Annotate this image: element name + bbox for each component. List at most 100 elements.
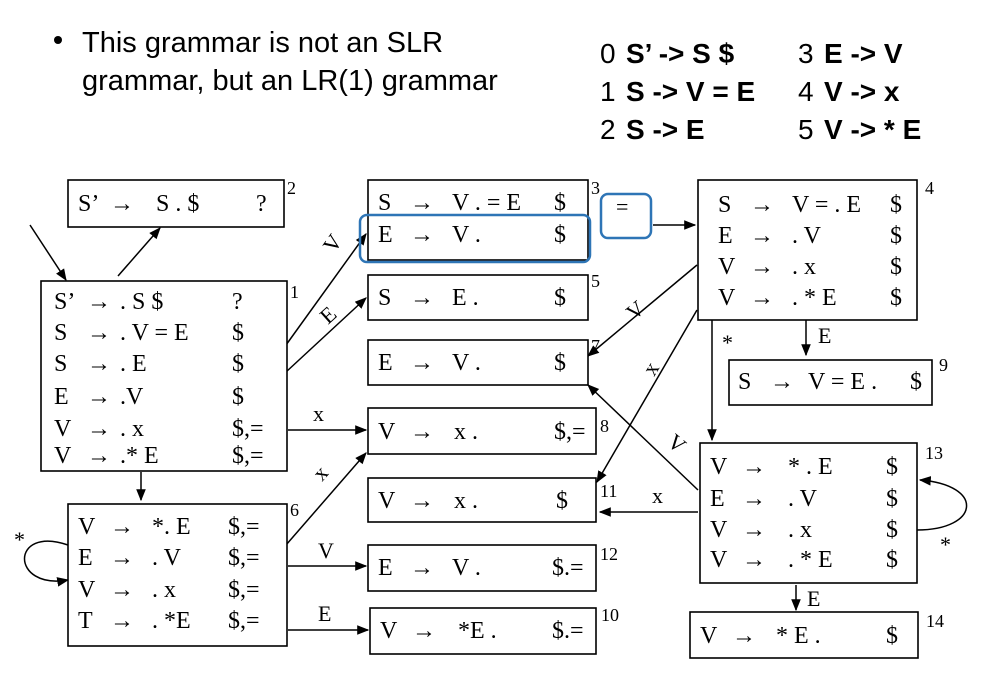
item-arrow: → — [110, 514, 134, 540]
rule-5-text: V -> * E — [824, 114, 921, 145]
edge-s13-loop — [916, 476, 968, 531]
item-rhs: V . — [452, 222, 481, 248]
grammar-rules: 0 S’ -> S $ 3 E -> V 1 S -> V = E 4 V ->… — [600, 38, 921, 145]
item-lookahead: $,= — [228, 608, 260, 634]
item-lhs: S — [378, 285, 391, 311]
state-10: 10 V → *E . $.= — [369, 605, 619, 655]
label-s13-s11: x — [652, 483, 663, 508]
item-rhs: .* E — [120, 443, 159, 469]
state-9-number: 9 — [939, 355, 948, 375]
item-lookahead: $ — [232, 351, 244, 377]
item-arrow: → — [87, 351, 111, 377]
item-rhs: . x — [792, 254, 816, 280]
item-lookahead: $ — [554, 285, 566, 311]
label-s13-loop: * — [940, 532, 951, 557]
item-arrow: → — [742, 454, 766, 480]
state-12-number: 12 — [600, 544, 618, 564]
item-lhs: S — [738, 369, 751, 395]
state-6-number: 6 — [290, 500, 299, 520]
label-s3-s4: = — [616, 194, 628, 219]
state-6: 6 V → *. E $,= E → . V $,= V → . x $,= T… — [67, 500, 299, 647]
edge-s6-s8 — [285, 452, 367, 546]
item-rhs: . V — [152, 545, 182, 571]
edge-s1-s2 — [117, 227, 161, 277]
item-arrow: → — [750, 254, 774, 280]
state-5: 5 S → E . $ — [367, 271, 600, 321]
item-rhs: V . — [452, 350, 481, 376]
item-arrow: → — [770, 369, 794, 395]
item-rhs: S . $ — [156, 191, 199, 217]
item-arrow: → — [410, 222, 434, 248]
state-1-number: 1 — [290, 282, 299, 302]
state-7-number: 7 — [591, 336, 600, 356]
item-rhs: . * E — [792, 285, 837, 311]
item-rhs: . V = E — [120, 320, 189, 346]
item-lhs: V — [78, 577, 96, 603]
item-lookahead: $ — [554, 222, 566, 248]
item-rhs: x . — [454, 419, 478, 445]
item-arrow: → — [110, 608, 134, 634]
item-rhs: x . — [454, 488, 478, 514]
item-arrow: → — [87, 289, 111, 315]
rule-0-num: 0 — [600, 38, 616, 69]
label-s6-s12: V — [318, 538, 334, 563]
item-lookahead: $ — [232, 384, 244, 410]
item-arrow: → — [750, 285, 774, 311]
item-arrow: → — [742, 517, 766, 543]
item-lhs: S’ — [78, 191, 99, 217]
label-s4-s13: * — [722, 330, 733, 355]
item-rhs: * E . — [776, 623, 821, 649]
item-lhs: E — [378, 555, 393, 581]
item-rhs: . x — [788, 517, 812, 543]
state-8-number: 8 — [600, 416, 609, 436]
item-lookahead: $,= — [228, 577, 260, 603]
item-lookahead: $.= — [552, 618, 584, 644]
state-5-number: 5 — [591, 271, 600, 291]
start-arrow — [29, 224, 67, 282]
rule-2-num: 2 — [600, 114, 616, 145]
state-4-number: 4 — [925, 178, 934, 198]
item-lookahead: $ — [554, 190, 566, 216]
item-arrow: → — [110, 545, 134, 571]
item-lhs: T — [78, 608, 93, 634]
item-lookahead: $,= — [228, 514, 260, 540]
state-9: 9 S → V = E . $ — [728, 355, 948, 406]
item-lhs: V — [718, 285, 736, 311]
item-arrow: → — [87, 443, 111, 469]
item-rhs: . * E — [788, 547, 833, 573]
state-3-number: 3 — [591, 178, 600, 198]
item-lhs: V — [54, 416, 72, 442]
state-8: 8 V → x . $,= — [367, 407, 609, 455]
lr1-automaton-slide: This grammar is not an SLR grammar, but … — [14, 27, 968, 659]
item-arrow: → — [87, 384, 111, 410]
item-rhs: . *E — [152, 608, 191, 634]
label-s6-s10: E — [318, 601, 331, 626]
item-lookahead: $ — [556, 488, 568, 514]
item-lookahead: $ — [886, 623, 898, 649]
rule-0-text: S’ -> S $ — [626, 38, 735, 69]
item-arrow: → — [410, 555, 434, 581]
item-lhs: V — [378, 419, 396, 445]
item-lookahead: ? — [232, 289, 243, 315]
item-rhs: V = . E — [792, 192, 861, 218]
state-13-number: 13 — [925, 443, 943, 463]
item-lhs: E — [78, 545, 93, 571]
item-lookahead: $.= — [552, 555, 584, 581]
item-lookahead: $ — [886, 454, 898, 480]
item-lookahead: $ — [910, 369, 922, 395]
item-lookahead: $ — [886, 517, 898, 543]
item-lookahead: ? — [256, 191, 267, 217]
item-arrow: → — [110, 191, 134, 217]
state-2-number: 2 — [287, 178, 296, 198]
item-arrow: → — [410, 285, 434, 311]
item-lookahead: $ — [890, 285, 902, 311]
state-1: 1 S’ → . S $ ? S → . V = E $ S → . E $ E… — [40, 280, 299, 472]
item-arrow: → — [87, 320, 111, 346]
item-lhs: V — [700, 623, 718, 649]
item-arrow: → — [87, 416, 111, 442]
item-lhs: V — [710, 454, 728, 480]
item-arrow: → — [410, 419, 434, 445]
item-arrow: → — [750, 192, 774, 218]
rule-3-text: E -> V — [824, 38, 903, 69]
label-s6-s8: x — [307, 460, 333, 485]
